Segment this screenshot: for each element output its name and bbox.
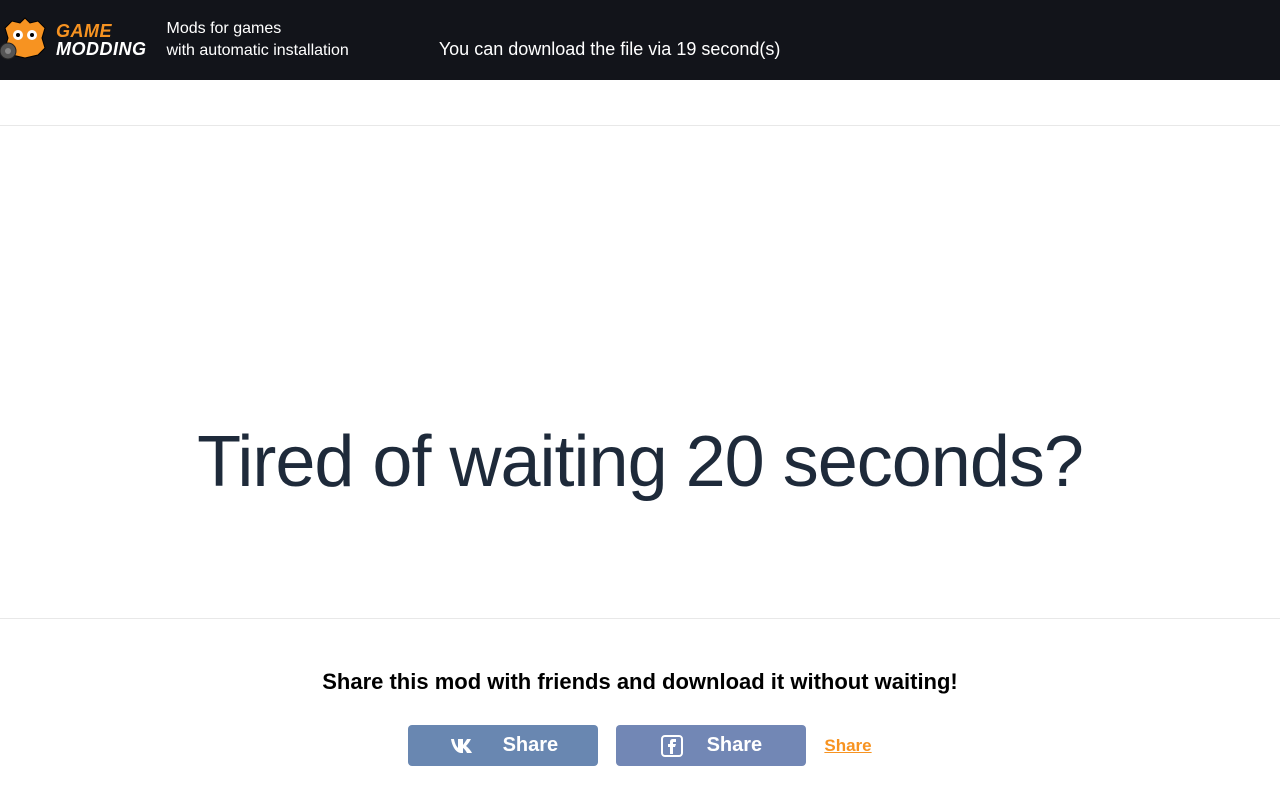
share-heading: Share this mod with friends and download… <box>0 669 1280 695</box>
header: GAME MODDING Mods for games with automat… <box>0 0 1280 80</box>
vk-share-label: Share <box>503 734 559 757</box>
vk-icon <box>449 737 479 755</box>
share-buttons: Share Share Share <box>0 725 1280 766</box>
share-section: Share this mod with friends and download… <box>0 669 1280 766</box>
logo[interactable]: GAME MODDING <box>0 13 147 68</box>
logo-icon <box>0 13 50 68</box>
headline: Tired of waiting 20 seconds? <box>0 421 1280 503</box>
share-button-vk[interactable]: Share <box>408 725 598 766</box>
divider-bottom <box>0 618 1280 619</box>
share-button-facebook[interactable]: Share <box>616 725 806 766</box>
tagline-line2: with automatic installation <box>167 40 349 62</box>
logo-text-modding: MODDING <box>56 40 147 58</box>
countdown-message: You can download the file via 19 second(… <box>439 39 1280 60</box>
facebook-icon <box>661 735 683 757</box>
logo-text-game: GAME <box>56 22 147 40</box>
fb-share-label: Share <box>707 734 763 757</box>
tagline: Mods for games with automatic installati… <box>167 18 349 63</box>
divider-top <box>0 125 1280 126</box>
tagline-line1: Mods for games <box>167 18 349 40</box>
share-link[interactable]: Share <box>824 736 871 756</box>
main-content: Tired of waiting 20 seconds? Share this … <box>0 80 1280 766</box>
logo-text: GAME MODDING <box>56 22 147 58</box>
